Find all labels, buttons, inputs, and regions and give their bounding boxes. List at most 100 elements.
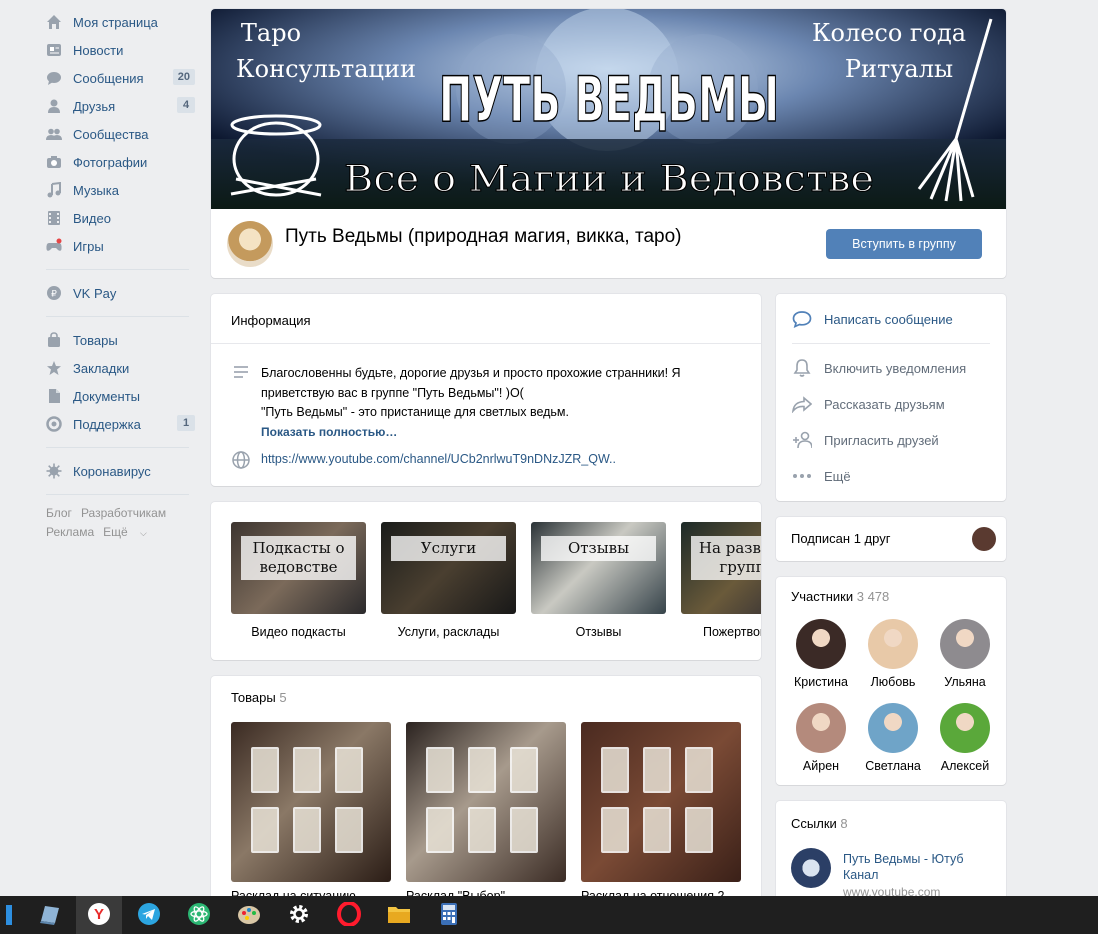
- sidebar-item-label: Игры: [73, 238, 104, 254]
- join-group-button[interactable]: Вступить в группу: [826, 229, 982, 259]
- sections-card: Подкасты о ведовстве Видео подкасты Услуги…: [211, 502, 761, 660]
- svg-text:Y: Y: [94, 906, 104, 923]
- sidebar-item-covid[interactable]: Коронавирус: [38, 457, 198, 485]
- sidebar-item-messages[interactable]: Сообщения 20: [38, 64, 198, 92]
- member[interactable]: Светлана: [858, 703, 928, 773]
- sidebar-item-label: Документы: [73, 388, 141, 404]
- footer-dev-link[interactable]: Разработчикам: [81, 506, 166, 520]
- sidebar-item-label: Фотографии: [73, 154, 148, 170]
- taskbar-yandex-browser[interactable]: Y: [76, 896, 122, 934]
- member-name: Айрен: [802, 759, 840, 773]
- virus-icon: [46, 463, 62, 479]
- action-bell[interactable]: Включить уведомления: [792, 358, 966, 378]
- taskbar: Y: [0, 896, 1098, 934]
- taskbar-calculator[interactable]: [426, 896, 472, 934]
- section-thumbnail[interactable]: Отзывы: [531, 522, 666, 614]
- member[interactable]: Алексей: [930, 703, 1000, 773]
- atom-icon: [187, 902, 211, 929]
- vkpay-icon: ₽: [46, 285, 62, 301]
- sidebar-item-news[interactable]: Новости: [38, 36, 198, 64]
- taskbar-folder[interactable]: [376, 896, 422, 934]
- sidebar-item-label: Новости: [73, 42, 124, 58]
- globe-icon: [232, 451, 250, 472]
- sidebar-item-games[interactable]: Игры: [38, 232, 198, 260]
- section-thumbnail-title: Отзывы: [541, 536, 656, 561]
- goods-card: Товары 5 Расклад на ситуациюРасклад "Выб…: [211, 676, 761, 916]
- sidebar-item-star[interactable]: Закладки: [38, 354, 198, 382]
- sidebar-item-communities[interactable]: Сообщества: [38, 120, 198, 148]
- link-title[interactable]: Путь Ведьмы - Ютуб Канал: [843, 851, 993, 883]
- cover-text-wheel: Колесо года: [812, 19, 966, 47]
- sidebar-item-label: Видео: [73, 210, 111, 226]
- member-avatar: [796, 703, 846, 753]
- cover-subtitle: Все о Магии и Ведовстве: [344, 159, 874, 200]
- more-icon: [792, 466, 812, 486]
- sidebar-item-document[interactable]: Документы: [38, 382, 198, 410]
- sidebar-item-camera[interactable]: Фотографии: [38, 148, 198, 176]
- sidebar-item-support[interactable]: Поддержка 1: [38, 410, 198, 438]
- calculator-icon: [440, 902, 458, 929]
- member[interactable]: Ульяна: [930, 619, 1000, 689]
- sidebar-item-bag[interactable]: Товары: [38, 326, 198, 354]
- svg-text:₽: ₽: [51, 289, 57, 299]
- goods-title: Товары: [231, 690, 276, 705]
- taskbar-telegram[interactable]: [126, 896, 172, 934]
- action-label: Написать сообщение: [824, 311, 953, 327]
- news-icon: [46, 42, 62, 58]
- cover-text-consult: Консультации: [236, 55, 416, 83]
- friend-avatar[interactable]: [972, 527, 996, 551]
- group-cover: Таро Консультации Колесо года Ритуалы ПУ…: [211, 9, 1006, 209]
- taskbar-start[interactable]: [0, 896, 18, 934]
- taskbar-atom[interactable]: [176, 896, 222, 934]
- action-invite[interactable]: Пригласить друзей: [792, 430, 939, 450]
- sidebar-item-video[interactable]: Видео: [38, 204, 198, 232]
- text-lines-icon: [233, 365, 249, 382]
- section-caption[interactable]: Пожертвования: [681, 625, 761, 639]
- section-caption[interactable]: Услуги, расклады: [381, 625, 516, 639]
- sidebar-item-vkpay[interactable]: ₽ VK Pay: [38, 279, 198, 307]
- yandex-browser-icon: Y: [87, 902, 111, 929]
- info-line: "Путь Ведьмы" - это пристанище для светл…: [261, 405, 570, 419]
- product-image[interactable]: [406, 722, 566, 882]
- member[interactable]: Айрен: [786, 703, 856, 773]
- action-share[interactable]: Рассказать друзьям: [792, 394, 945, 414]
- member[interactable]: Любовь: [858, 619, 928, 689]
- section-caption[interactable]: Отзывы: [531, 625, 666, 639]
- show-more-link[interactable]: Показать полностью…: [261, 423, 741, 443]
- taskbar-paint[interactable]: [226, 896, 272, 934]
- group-avatar[interactable]: [227, 221, 273, 267]
- games-icon: [46, 238, 62, 254]
- product-image[interactable]: [581, 722, 741, 882]
- sidebar-item-label: Закладки: [73, 360, 130, 376]
- product-image[interactable]: [231, 722, 391, 882]
- cover-title: ПУТЬ ВЕДЬМЫ: [439, 63, 779, 136]
- action-label: Пригласить друзей: [824, 432, 939, 448]
- footer-blog-link[interactable]: Блог: [46, 506, 72, 520]
- taskbar-settings[interactable]: [276, 896, 322, 934]
- sidebar-item-home[interactable]: Моя страница: [38, 8, 198, 36]
- footer-ads-link[interactable]: Реклама: [46, 525, 94, 539]
- section-thumbnail[interactable]: Услуги: [381, 522, 516, 614]
- section-caption[interactable]: Видео подкасты: [231, 625, 366, 639]
- chevron-down-icon: ⌵: [140, 528, 147, 538]
- sidebar-item-music[interactable]: Музыка: [38, 176, 198, 204]
- action-message-bubble[interactable]: Написать сообщение: [792, 309, 953, 329]
- opera-icon: [337, 900, 361, 929]
- actions-card: Написать сообщение Включить уведомления Ра…: [776, 294, 1006, 501]
- sidebar-item-label: Поддержка: [73, 416, 141, 432]
- section-thumbnail[interactable]: Подкасты о ведовстве: [231, 522, 366, 614]
- taskbar-notes[interactable]: [26, 896, 72, 934]
- friends-subscribed-card[interactable]: Подписан 1 друг: [776, 517, 1006, 561]
- footer-more-link[interactable]: Ещё ⌵: [103, 525, 156, 539]
- bag-icon: [46, 332, 62, 348]
- sidebar-item-friends[interactable]: Друзья 4: [38, 92, 198, 120]
- link-avatar[interactable]: [791, 848, 831, 888]
- website-link[interactable]: https://www.youtube.com/channel/UCb2nrlw…: [261, 452, 616, 466]
- member[interactable]: Кристина: [786, 619, 856, 689]
- member-avatar: [796, 619, 846, 669]
- action-more[interactable]: Ещё: [792, 466, 851, 486]
- notes-icon: [37, 903, 61, 928]
- section-thumbnail[interactable]: На развитие группы: [681, 522, 761, 614]
- taskbar-opera[interactable]: [326, 896, 372, 934]
- links-count: 8: [840, 816, 848, 831]
